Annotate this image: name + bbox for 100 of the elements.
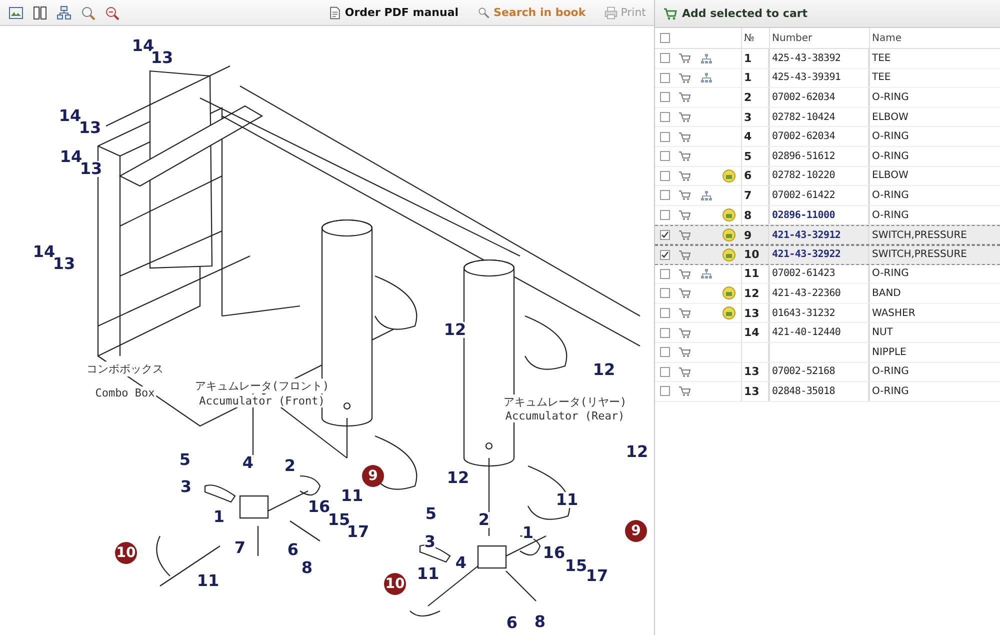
info-icon[interactable]	[722, 248, 736, 262]
callout-number: 11	[556, 492, 578, 508]
row-checkbox[interactable]	[660, 53, 670, 64]
row-checkbox[interactable]	[660, 151, 670, 162]
table-row[interactable]: 3 02782-10424 ELBOW	[655, 108, 1000, 128]
callout-number: 12	[444, 322, 466, 338]
callout-number: 13	[80, 161, 102, 177]
hierarchy-icon[interactable]	[700, 190, 713, 201]
add-to-cart-icon[interactable]	[678, 209, 691, 222]
table-row[interactable]: 1 425-43-38392 TEE	[655, 49, 1000, 69]
part-number: 421-40-12440	[772, 327, 841, 338]
column-header[interactable]: №	[741, 28, 769, 48]
add-to-cart-icon[interactable]	[678, 150, 691, 162]
add-to-cart-icon[interactable]	[678, 229, 691, 242]
add-to-cart-icon[interactable]	[678, 52, 691, 64]
add-to-cart-icon[interactable]	[678, 189, 691, 202]
part-name: O-RING	[872, 210, 909, 221]
part-number: 07002-62034	[772, 131, 835, 142]
row-checkbox[interactable]	[660, 132, 670, 142]
part-name: O-RING	[872, 366, 909, 378]
callout-number: 13	[52, 256, 76, 272]
part-number-link[interactable]: 421-43-32922	[772, 249, 841, 260]
info-icon[interactable]	[722, 306, 736, 320]
add-to-cart-icon[interactable]	[678, 346, 691, 358]
document-icon	[328, 6, 342, 20]
callout-number: 2	[478, 512, 490, 528]
part-name: O-RING	[872, 268, 909, 280]
part-number: 02782-10220	[772, 170, 835, 182]
hierarchy-icon[interactable]	[700, 52, 713, 64]
table-row[interactable]: 9 421-43-32912 SWITCH,PRESSURE	[655, 225, 1000, 245]
add-to-cart-icon[interactable]	[678, 111, 691, 124]
add-to-cart-icon[interactable]	[678, 91, 691, 104]
table-row[interactable]: 4 07002-62034 O-RING	[655, 127, 1000, 147]
pdf-button[interactable]: Order PDF manual	[326, 4, 461, 22]
table-row[interactable]: 11 07002-61423 O-RING	[655, 264, 1000, 284]
add-to-cart-icon[interactable]	[678, 385, 691, 398]
info-icon[interactable]	[722, 286, 736, 300]
column-header[interactable]: Number	[769, 28, 869, 48]
table-row[interactable]: 10 421-43-32922 SWITCH,PRESSURE	[655, 244, 1000, 265]
table-row[interactable]: NIPPLE	[655, 342, 1000, 362]
callout-number: 17	[346, 524, 370, 540]
info-icon[interactable]	[722, 168, 736, 183]
add-to-cart-icon[interactable]	[678, 72, 691, 84]
select-all-checkbox[interactable]	[660, 33, 670, 43]
position-number: 12	[744, 286, 760, 300]
row-checkbox[interactable]	[660, 112, 670, 122]
row-checkbox[interactable]	[660, 210, 670, 220]
part-number-link[interactable]: 421-43-32912	[772, 230, 841, 241]
part-name: ELBOW	[872, 170, 908, 182]
callout-number: 17	[586, 568, 608, 584]
row-checkbox[interactable]	[660, 250, 670, 260]
row-checkbox[interactable]	[660, 230, 670, 240]
callout-number: 12	[626, 444, 648, 460]
position-number: 3	[744, 110, 752, 124]
column-header[interactable]: Name	[869, 28, 1000, 48]
row-checkbox[interactable]	[660, 347, 670, 358]
row-checkbox[interactable]	[660, 190, 670, 200]
table-row[interactable]: 14 421-40-12440 NUT	[655, 323, 1000, 343]
part-number-link[interactable]: 02896-11000	[772, 210, 835, 221]
part-name: O-RING	[872, 150, 909, 162]
row-checkbox[interactable]	[660, 170, 670, 181]
callout-number: 14	[58, 108, 82, 124]
table-row[interactable]: 13 01643-31232 WASHER	[655, 304, 1000, 324]
add-to-cart-icon[interactable]	[678, 366, 691, 378]
callout-number: 4	[455, 555, 467, 571]
row-checkbox[interactable]	[660, 268, 670, 279]
row-checkbox[interactable]	[660, 72, 670, 83]
row-checkbox[interactable]	[660, 308, 670, 318]
cart-icon	[663, 8, 677, 20]
add-to-cart-icon[interactable]	[678, 130, 691, 143]
table-row[interactable]: 13 07002-52168 O-RING	[655, 362, 1000, 382]
table-row[interactable]: 2 07002-62034 O-RING	[655, 88, 1000, 108]
row-checkbox[interactable]	[660, 366, 670, 377]
part-number: 425-43-39391	[772, 72, 841, 84]
row-checkbox[interactable]	[660, 328, 670, 338]
table-row[interactable]: 13 02848-35018 O-RING	[655, 382, 1000, 402]
add-to-cart-icon[interactable]	[678, 248, 691, 261]
part-name: SWITCH,PRESSURE	[872, 249, 967, 260]
add-to-cart-icon[interactable]	[678, 268, 691, 280]
info-icon[interactable]	[722, 228, 736, 242]
row-checkbox[interactable]	[660, 288, 670, 298]
callout-number: 4	[242, 455, 254, 471]
callout-number: 13	[150, 50, 174, 66]
hierarchy-icon[interactable]	[700, 72, 713, 84]
table-row[interactable]: 5 02896-51612 O-RING	[655, 146, 1000, 167]
position-number: 4	[744, 130, 752, 144]
table-row[interactable]: 6 02782-10220 ELBOW	[655, 166, 1000, 186]
row-checkbox[interactable]	[660, 386, 670, 396]
add-to-cart-icon[interactable]	[678, 326, 691, 339]
add-to-cart-icon[interactable]	[678, 287, 691, 300]
add-to-cart-icon[interactable]	[678, 307, 691, 320]
row-checkbox[interactable]	[660, 92, 670, 102]
table-row[interactable]: 1 425-43-39391 TEE	[655, 68, 1000, 88]
table-row[interactable]: 7 07002-61422 O-RING	[655, 186, 1000, 206]
hierarchy-icon[interactable]	[700, 268, 713, 280]
info-icon[interactable]	[722, 208, 736, 222]
table-row[interactable]: 12 421-43-22360 BAND	[655, 284, 1000, 304]
part-number: 07002-52168	[772, 366, 835, 378]
callout-number: 5	[425, 506, 437, 522]
add-to-cart-icon[interactable]	[678, 170, 691, 182]
